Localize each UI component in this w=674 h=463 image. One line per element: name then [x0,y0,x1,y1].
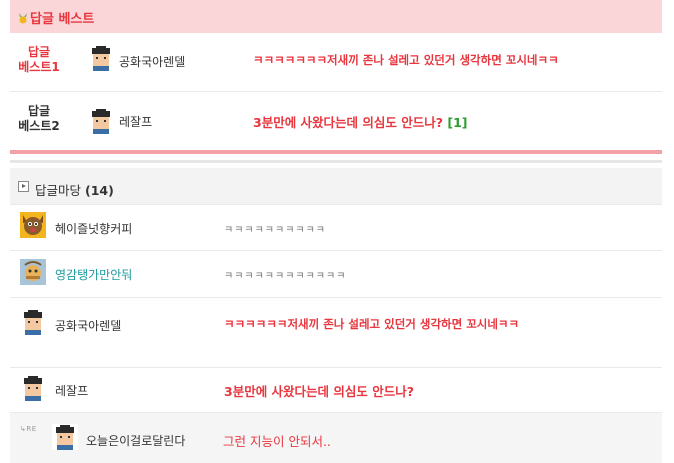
avatar[interactable] [20,212,46,238]
divider [10,250,662,251]
comment-text: ㅋㅋㅋㅋㅋㅋㅋ저새끼 존나 설레고 있던거 생각하면 꼬시네ㅋㅋ [253,53,559,67]
best-comments-header: 답글 베스트 [10,0,662,33]
divider [10,367,662,368]
best-comments-title: 답글 베스트 [18,8,94,27]
comment-text: 그런 지능이 안되서.. [223,434,331,449]
nickname[interactable]: 공화국아렌델 [55,317,121,334]
divider [10,297,662,298]
nickname[interactable]: 레잘프 [119,113,152,130]
nickname[interactable]: 오늘은이걸로달린다 [86,432,185,449]
comment-text: 3분만에 사왔다는데 의심도 안드나? [224,384,415,399]
comment-board-title: 답글마당 (14) [35,183,114,198]
comment-text: ㅋㅋㅋㅋㅋㅋㅋㅋㅋㅋ [224,225,326,236]
reply-arrow-icon: ↳RE [20,425,37,433]
comment-board-header[interactable]: 답글마당 (14) [10,168,662,204]
avatar[interactable] [20,375,46,401]
avatar[interactable] [88,108,114,134]
avatar[interactable] [52,424,78,450]
nickname[interactable]: 레잘프 [55,382,88,399]
best-section-bottom-border [10,150,662,154]
comment-text: ㅋㅋㅋㅋㅋㅋ저새끼 존나 설레고 있던거 생각하면 꼬시네ㅋㅋ [224,317,520,331]
divider [10,204,662,205]
comment-text: 3분만에 사왔다는데 의심도 안드나? [1] [253,115,468,130]
section-separator [10,160,662,163]
best-label-2: 답글 베스트2 [18,104,60,133]
comment-text: ㅋㅋㅋㅋㅋㅋㅋㅋㅋㅋㅋㅋ [224,271,347,282]
avatar[interactable] [20,309,46,335]
reply-count-link[interactable]: [1] [447,115,467,130]
nickname[interactable]: 공화국아렌델 [119,53,185,70]
comment-count: (14) [85,183,114,198]
divider [10,412,662,413]
nickname[interactable]: 영감탱가만안둬 [55,266,132,283]
avatar[interactable] [88,45,114,71]
expand-toggle-icon[interactable] [18,181,29,192]
divider [10,91,662,92]
medal-icon [19,13,27,24]
best-label-1: 답글 베스트1 [18,45,60,74]
nickname[interactable]: 헤이즐넛향커피 [55,220,132,237]
avatar[interactable] [20,259,46,285]
